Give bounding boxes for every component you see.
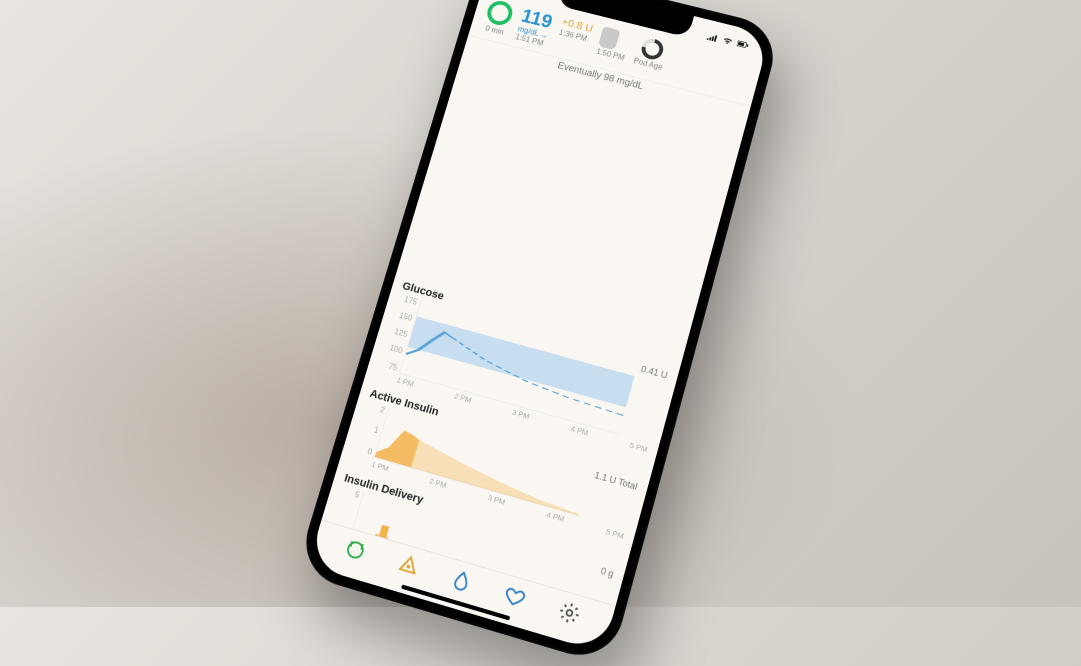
bolus-icon — [447, 566, 475, 595]
gear-icon — [555, 597, 583, 626]
premeal-button[interactable] — [389, 545, 427, 584]
iob-hud[interactable]: +0.8 U 1:36 PM — [557, 16, 593, 43]
pod-icon — [597, 26, 620, 50]
bolus-button[interactable] — [442, 561, 480, 600]
heart-icon — [501, 582, 529, 611]
status-icons — [705, 31, 749, 50]
workout-button[interactable] — [496, 576, 534, 615]
wifi-icon — [720, 34, 734, 46]
premeal-icon — [394, 550, 422, 578]
battery-icon — [736, 38, 750, 50]
carbs-button[interactable] — [336, 530, 374, 568]
loop-age-label: 0 min — [484, 24, 504, 37]
settings-button[interactable] — [550, 592, 588, 631]
glucose-hud[interactable]: 119 mg/dL → 1:51 PM — [514, 6, 554, 47]
plate-icon — [341, 535, 369, 563]
pod-age-hud[interactable]: Pod Age — [632, 35, 669, 71]
loop-ring-icon — [484, 0, 515, 27]
carbs-yaxis: 30 20 10 — [321, 571, 337, 605]
phone-device: 1:52 0 min 119 mg/dL → 1:51 PM +0.8 U 1:… — [295, 0, 782, 666]
pump-hud[interactable]: 1:50 PM — [595, 26, 631, 62]
app-screen: 1:52 0 min 119 mg/dL → 1:51 PM +0.8 U 1:… — [307, 0, 769, 652]
loop-status[interactable]: 0 min — [481, 0, 515, 37]
eventually-label: Eventually 98 mg/dL — [490, 58, 656, 323]
signal-icon — [705, 31, 719, 43]
